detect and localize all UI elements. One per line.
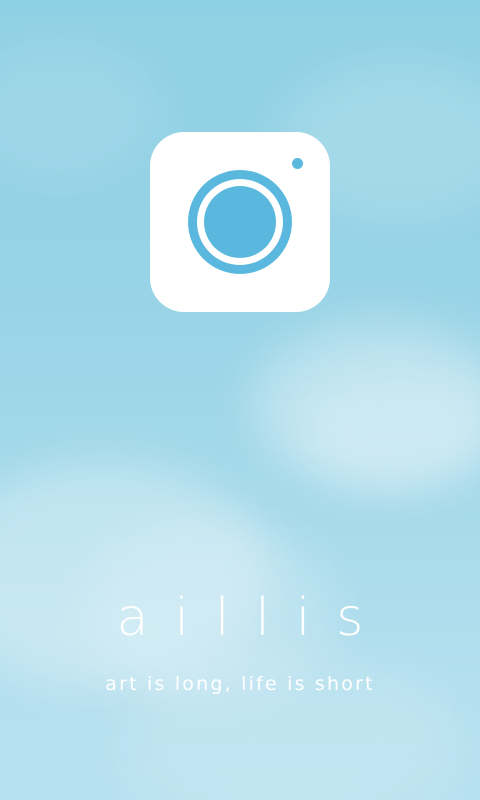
tagline: art is long, life is short xyxy=(105,673,375,695)
app-name: aillis xyxy=(116,588,390,648)
camera-flash-dot xyxy=(292,158,303,169)
camera-icon xyxy=(150,132,330,312)
sky-cloud xyxy=(0,40,160,180)
camera-lens-center xyxy=(204,186,276,258)
splash-screen: aillis art is long, life is short xyxy=(0,0,480,800)
camera-lens-ring xyxy=(197,179,283,265)
camera-lens xyxy=(188,170,292,274)
